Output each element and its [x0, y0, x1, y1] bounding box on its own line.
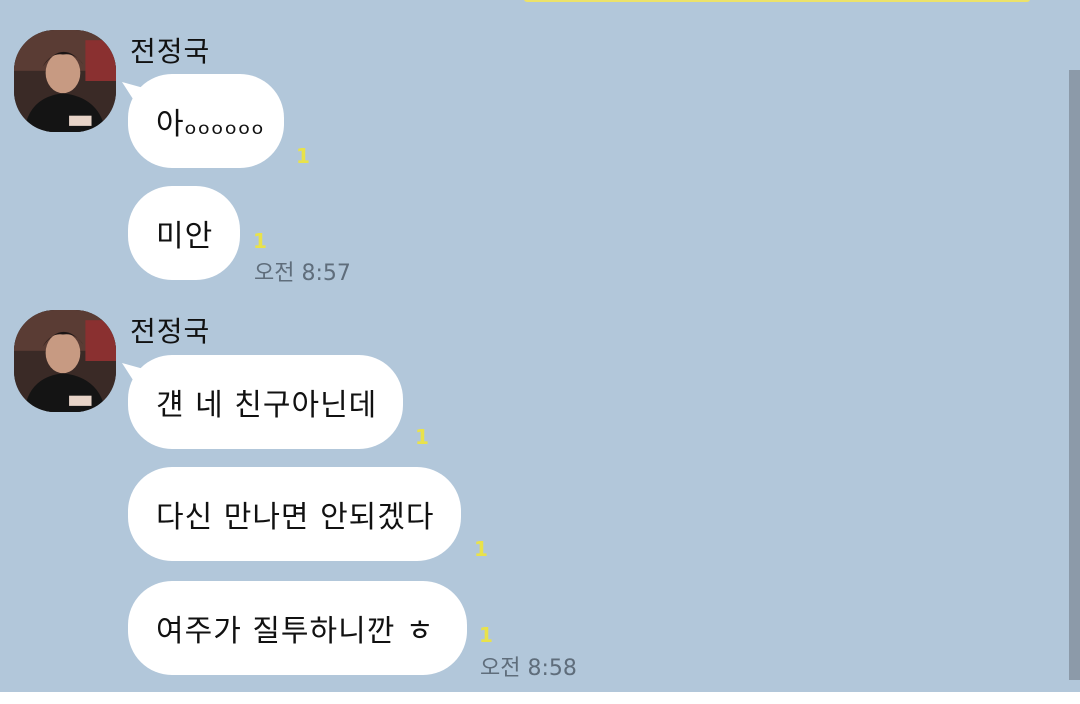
message-bubble[interactable]: 여주가 질투하니깐 ㅎ: [128, 581, 467, 675]
message-bubble[interactable]: 아ₒₒₒₒₒₒ: [128, 74, 284, 168]
sender-avatar[interactable]: [14, 30, 116, 132]
unread-count: 1: [474, 537, 488, 561]
message-time: 오전 8:57: [254, 261, 351, 286]
sender-avatar[interactable]: [14, 310, 116, 412]
chat-area[interactable]: 전정국 아ₒₒₒₒₒₒ 1 미안 1 오전 8:57 전정국 걘 네 친구아닌데…: [0, 0, 1080, 692]
message-text: 미안: [156, 219, 214, 254]
message-bubble[interactable]: 걘 네 친구아닌데: [128, 355, 403, 449]
sender-name: 전정국: [130, 35, 211, 68]
sender-name: 전정국: [130, 315, 211, 348]
message-time: 오전 8:58: [480, 656, 577, 681]
unread-count: 1: [296, 144, 310, 168]
unread-count: 1: [479, 623, 493, 647]
unread-count: 1: [415, 425, 429, 449]
message-text: 걘 네 친구아닌데: [156, 388, 378, 423]
message-text: 아ₒₒₒₒₒₒ: [156, 107, 266, 142]
message-bubble[interactable]: 미안: [128, 186, 240, 280]
top-banner-edge: [524, 0, 1030, 2]
profile-photo: [14, 310, 116, 412]
unread-count: 1: [253, 229, 267, 253]
message-bubble[interactable]: 다신 만나면 안되겠다: [128, 467, 461, 561]
scrollbar[interactable]: [1069, 70, 1080, 680]
message-text: 다신 만나면 안되겠다: [156, 500, 435, 535]
profile-photo: [14, 30, 116, 132]
message-text: 여주가 질투하니깐 ㅎ: [156, 614, 435, 649]
